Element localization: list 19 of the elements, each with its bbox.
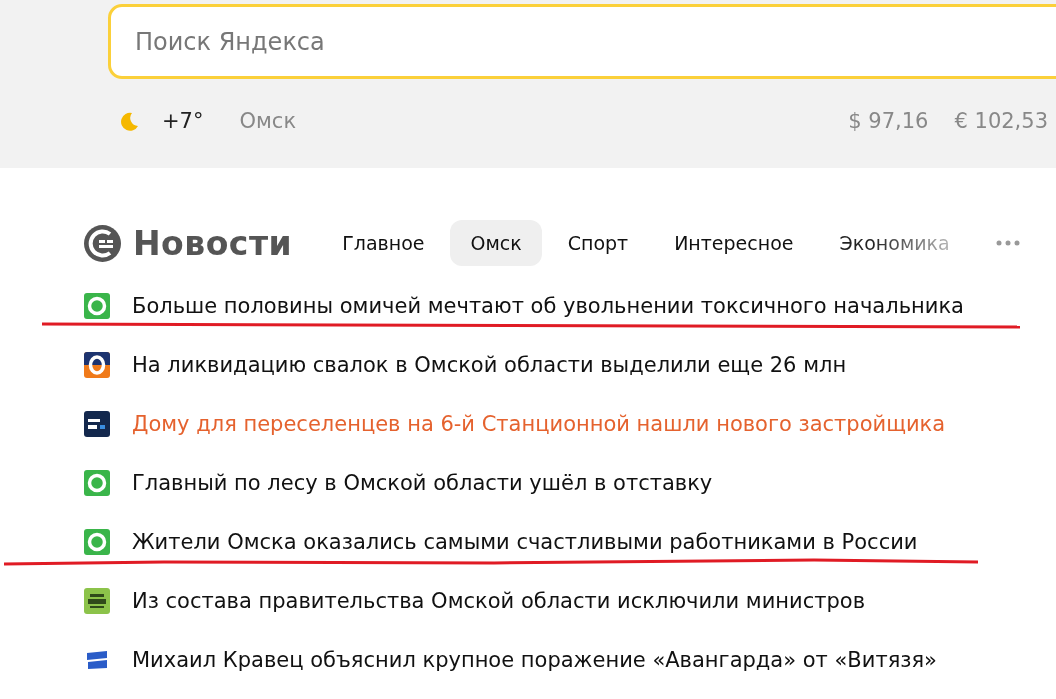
news-headline[interactable]: Михаил Кравец объяснил крупное поражение «Авангарда» от «Витязя» — [132, 647, 937, 672]
news-headline[interactable]: Из состава правительства Омской области исключили министров — [132, 588, 866, 613]
news-tab[interactable]: Омск — [450, 220, 542, 266]
news-tab[interactable]: Главное — [322, 220, 445, 266]
source-logo-icon[interactable] — [84, 351, 110, 378]
temperature[interactable]: +7° — [162, 109, 204, 133]
search-field[interactable]: Поиск Яндекса — [108, 4, 1056, 79]
more-icon[interactable] — [996, 240, 1020, 246]
news-title[interactable]: Новости — [133, 223, 293, 263]
news-headline[interactable]: На ликвидацию свалок в Омской области выделили еще 26 млн — [132, 352, 847, 377]
news-headline[interactable]: Главный по лесу в Омской области ушёл в отставку — [132, 470, 713, 495]
news-logo-icon[interactable] — [84, 224, 121, 262]
source-logo-icon[interactable] — [84, 587, 110, 614]
news-headline[interactable]: Жители Омска оказались самыми счастливыми работниками в России — [132, 529, 918, 554]
moon-icon — [118, 110, 140, 132]
news-headline[interactable]: Больше половины омичей мечтают об увольнении токсичного начальника — [132, 293, 964, 318]
news-tab[interactable]: Интересное — [654, 220, 814, 266]
news-tab[interactable]: Спорт — [547, 220, 649, 266]
source-logo-icon[interactable] — [84, 410, 110, 437]
